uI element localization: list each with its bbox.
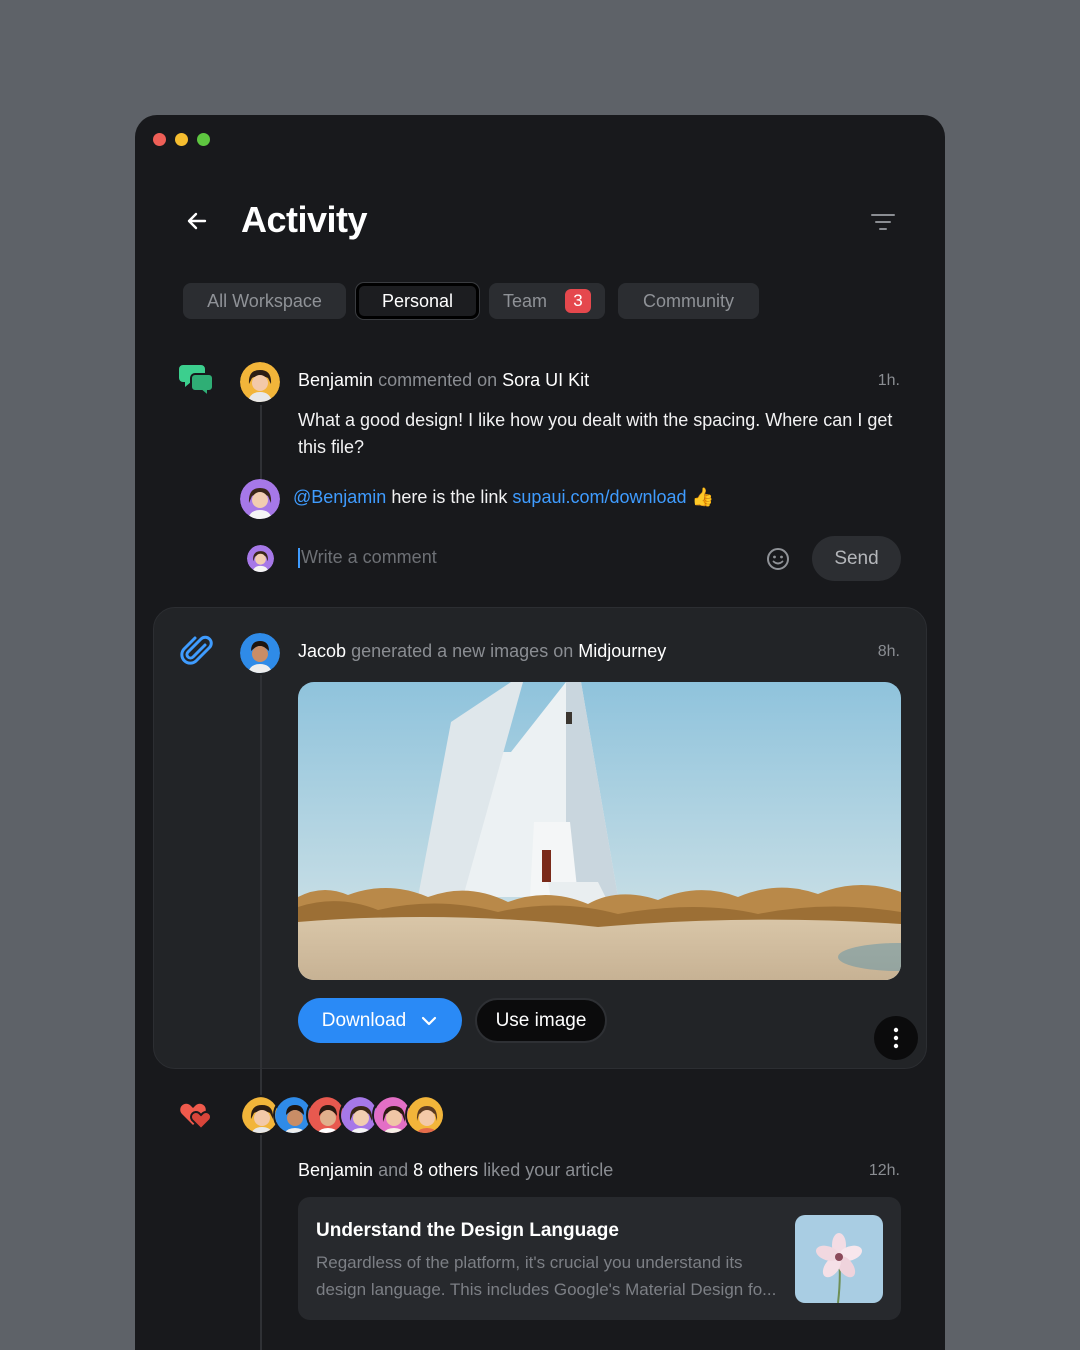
minimize-window-button[interactable] [175,133,188,146]
current-user-avatar [247,545,274,572]
notification-badge: 3 [565,289,591,313]
timestamp: 1h. [877,372,900,389]
download-button[interactable]: Download [298,998,462,1043]
tab-all-workspace[interactable]: All Workspace [183,283,346,319]
tab-label: Team [502,290,547,311]
comment-input[interactable]: Write a comment [298,547,437,569]
filter-lines-icon [871,214,895,230]
emoji-button[interactable] [765,546,791,572]
user-name[interactable]: Benjamin [298,370,373,390]
tab-label: All Workspace [207,290,322,311]
page-title: Activity [241,199,368,240]
article-description: Regardless of the platform, it's crucial… [316,1253,777,1299]
article-thumbnail [795,1215,883,1303]
download-label: Download [321,1009,407,1031]
tab-label: Personal [381,290,454,311]
arrow-left-icon [187,212,207,230]
more-options-button[interactable] [874,1016,918,1060]
paperclip-icon [180,635,213,665]
back-button[interactable] [181,207,213,235]
more-vertical-icon [893,1027,899,1049]
reply-text: @Benjamin here is the link supaui.com/do… [293,487,714,508]
activity-target[interactable]: Midjourney [578,641,666,661]
user-name[interactable]: Benjamin [298,1160,373,1180]
avatar[interactable] [240,633,280,673]
tab-team[interactable]: Team 3 [489,283,605,319]
activity-summary: Benjamin and 8 others liked your article [298,1160,613,1181]
thumbs-up-emoji: 👍 [691,487,714,507]
download-link[interactable]: supaui.com/download [512,487,686,507]
use-image-button[interactable]: Use image [475,998,607,1043]
article-card[interactable]: Understand the Design Language Regardles… [298,1197,901,1320]
generated-image[interactable] [298,682,901,980]
article-title: Understand the Design Language [316,1220,619,1241]
activity-action: liked your article [483,1160,614,1180]
avatar [405,1095,445,1135]
avatar-jacob-image [240,633,280,673]
hearts-icon [180,1103,212,1131]
send-button[interactable]: Send [812,536,901,581]
filter-button[interactable] [870,211,896,233]
avatar[interactable] [240,362,280,402]
avatar-current-user-image [247,545,274,572]
smiley-icon [767,548,789,570]
app-window: Activity All Workspace Personal Team 3 C… [135,115,945,1350]
close-window-button[interactable] [153,133,166,146]
activity-action: commented on [378,370,498,390]
flower-image [795,1215,883,1303]
tab-community[interactable]: Community [618,283,759,319]
avatar-image [407,1097,443,1133]
activity-summary: Jacob generated a new images on Midjourn… [298,641,666,662]
text-caret [298,548,300,569]
activity-target[interactable]: Sora UI Kit [502,370,589,390]
reply-body: here is the link [391,487,508,507]
tab-personal[interactable]: Personal [356,283,479,319]
avatar-benjamin-image [240,362,280,402]
avatar[interactable] [240,479,280,519]
zoom-window-button[interactable] [197,133,210,146]
timestamp: 12h. [868,1162,900,1179]
mention-link[interactable]: @Benjamin [293,487,386,507]
activity-summary: Benjamin commented on Sora UI Kit [298,370,589,391]
window-controls [153,133,210,146]
thread-line [260,675,262,1350]
chapel-photo [298,682,901,980]
comment-placeholder: Write a comment [301,547,437,567]
others-count[interactable]: 8 others [413,1160,478,1180]
joiner-text: and [378,1160,409,1180]
chevron-down-icon [422,1016,437,1025]
tab-label: Community [642,290,735,311]
timestamp: 8h. [877,643,900,660]
avatar-replier-image [240,479,280,519]
thread-line [260,405,262,485]
chat-bubbles-icon [179,365,214,398]
comment-text: What a good design! I like how you dealt… [298,410,893,457]
activity-action: generated a new images on [351,641,574,661]
user-name[interactable]: Jacob [298,641,346,661]
